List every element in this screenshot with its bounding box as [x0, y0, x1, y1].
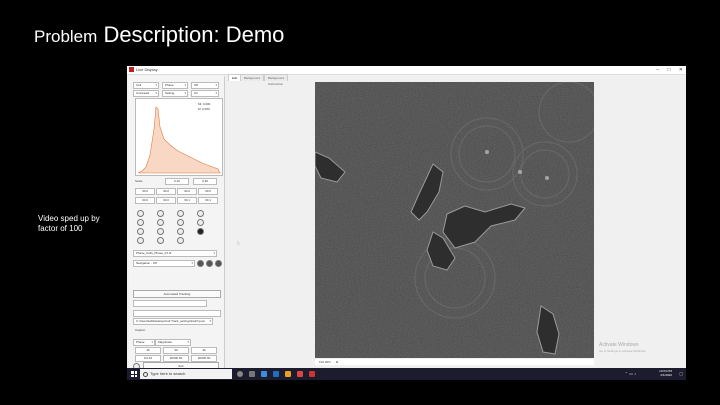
select-cell[interactable]: Cell: [133, 82, 159, 89]
stop-icon[interactable]: [206, 260, 213, 267]
maximize-icon[interactable]: □: [667, 67, 670, 73]
bottom-select-magnitude[interactable]: Magnitude: [155, 339, 191, 346]
task-view-icon[interactable]: [249, 371, 255, 377]
hist-stat-min: Mi: 0.000: [198, 102, 211, 106]
clock-date: 2/1/2022: [660, 373, 672, 377]
activate-windows-watermark: Activate Windows Go to Settings to activ…: [599, 342, 646, 354]
grid-field-5[interactable]: 30.0: [135, 197, 155, 204]
cortana-icon[interactable]: [237, 371, 243, 377]
zoom-bar: 100.00% ⊕: [315, 359, 594, 365]
taskbar-clock[interactable]: 10:04 PM 2/1/2022: [659, 369, 672, 377]
windows-start-icon[interactable]: [131, 371, 137, 377]
bottom-select-phase[interactable]: Phase: [133, 339, 155, 346]
slide-note: Video sped up by factor of 100: [38, 214, 100, 233]
tool-icon[interactable]: [177, 228, 184, 235]
watermark-subtitle: Go to Settings to activate Windows.: [599, 349, 647, 353]
live-display-app-icon[interactable]: [309, 371, 315, 377]
scale-max-field[interactable]: 0.30: [193, 178, 217, 185]
play-icon[interactable]: [197, 260, 204, 267]
scale-label: Scale: [135, 179, 143, 183]
slide-title: Problem Description: Demo: [34, 22, 284, 48]
app-icon: [129, 67, 134, 72]
scale-min-field[interactable]: 0.10: [165, 178, 189, 185]
grid-field-7[interactable]: 30.1: [177, 197, 197, 204]
settings-path-field[interactable]: C:\Users\lab\Desktop\Cell Track_settings…: [133, 318, 213, 325]
contrast-icon[interactable]: [197, 228, 204, 235]
tool-icon[interactable]: [137, 237, 144, 244]
tool-icon[interactable]: [137, 228, 144, 235]
taskbar-search[interactable]: Type here to search: [140, 369, 232, 379]
microscopy-image[interactable]: [315, 82, 594, 358]
bottom-value-5[interactable]: 20000.00: [163, 355, 189, 362]
tool-icon[interactable]: [157, 237, 164, 244]
tool-icon[interactable]: [157, 228, 164, 235]
automated-tracking-button[interactable]: Automated Tracking: [133, 290, 221, 298]
settings-icon[interactable]: [215, 260, 222, 267]
window-titlebar: Live Display – □ ✕: [127, 66, 686, 75]
bottom-value-6[interactable]: 20000.00: [191, 355, 217, 362]
slide-title-part1: Problem: [34, 27, 98, 46]
tool-icon[interactable]: [137, 210, 144, 217]
tool-icon[interactable]: [177, 237, 184, 244]
grid-field-8[interactable]: 30.1: [198, 197, 218, 204]
grid-field-4[interactable]: 30.0: [198, 188, 218, 195]
cell-image: [315, 82, 594, 358]
bottom-value-3[interactable]: 30: [191, 347, 217, 354]
tool-icon[interactable]: [197, 219, 204, 226]
zoom-text: 100.00%: [319, 360, 331, 364]
grid-field-2[interactable]: 30.0: [156, 188, 176, 195]
grid-field-1[interactable]: 30.0: [135, 188, 155, 195]
zoom-icon[interactable]: ⊕: [336, 360, 339, 364]
edge-icon[interactable]: [261, 371, 267, 377]
tracking-field-2[interactable]: [133, 310, 221, 317]
bottom-value-4[interactable]: 0.0.10: [135, 355, 161, 362]
hist-stat-mean: M: 0.000: [198, 107, 210, 111]
slide-title-part2: Description: Demo: [103, 22, 285, 47]
select-off[interactable]: Off: [191, 82, 219, 89]
search-placeholder: Type here to search: [150, 371, 186, 376]
tool-icon[interactable]: [157, 210, 164, 217]
select-untreated[interactable]: Untreated: [133, 90, 159, 97]
tool-icon[interactable]: [177, 219, 184, 226]
grid-field-6[interactable]: 30.0: [156, 197, 176, 204]
histogram: Mi: 0.000 M: 0.000: [135, 98, 223, 176]
close-icon[interactable]: ✕: [679, 67, 683, 73]
tab-background-subtraction[interactable]: Background Subtraction: [264, 74, 289, 86]
select-phase[interactable]: Phase: [162, 82, 188, 89]
file-select[interactable]: Phase_Cells_Phase_01.tif: [133, 250, 217, 257]
select-setting[interactable]: Setting: [162, 90, 188, 97]
bottom-value-1[interactable]: 40: [135, 347, 161, 354]
grid-field-3[interactable]: 30.0: [177, 188, 197, 195]
select-on[interactable]: On: [191, 90, 219, 97]
store-icon[interactable]: [273, 371, 279, 377]
window-controls: – □ ✕: [649, 66, 683, 74]
minimize-icon[interactable]: –: [656, 67, 659, 73]
tool-icon[interactable]: [177, 210, 184, 217]
tray-icons[interactable]: ⌃ ▭ ♪: [625, 371, 636, 376]
screen-recording: Live Display – □ ✕ Cell Phase Off Untrea…: [127, 66, 686, 380]
taskbar: Type here to search ⌃ ▭ ♪ 10:04 PM 2/1/2…: [127, 368, 686, 380]
tool-icon[interactable]: [197, 210, 204, 217]
tool-icon[interactable]: [137, 219, 144, 226]
control-panel: Cell Phase Off Untreated Setting On Mi: …: [129, 76, 225, 370]
file-explorer-icon[interactable]: [285, 371, 291, 377]
tool-icon[interactable]: [157, 219, 164, 226]
bottom-value-2[interactable]: 30: [163, 347, 189, 354]
tracking-field[interactable]: [133, 300, 207, 307]
caption-label: Caption: [135, 328, 146, 332]
window-title: Live Display: [136, 67, 158, 72]
chrome-icon[interactable]: [297, 371, 303, 377]
navigation-select[interactable]: Navigation - Off: [133, 260, 195, 267]
search-icon: [143, 372, 148, 377]
notification-icon[interactable]: ▢: [679, 371, 683, 376]
tab-background[interactable]: Background: [240, 74, 265, 81]
